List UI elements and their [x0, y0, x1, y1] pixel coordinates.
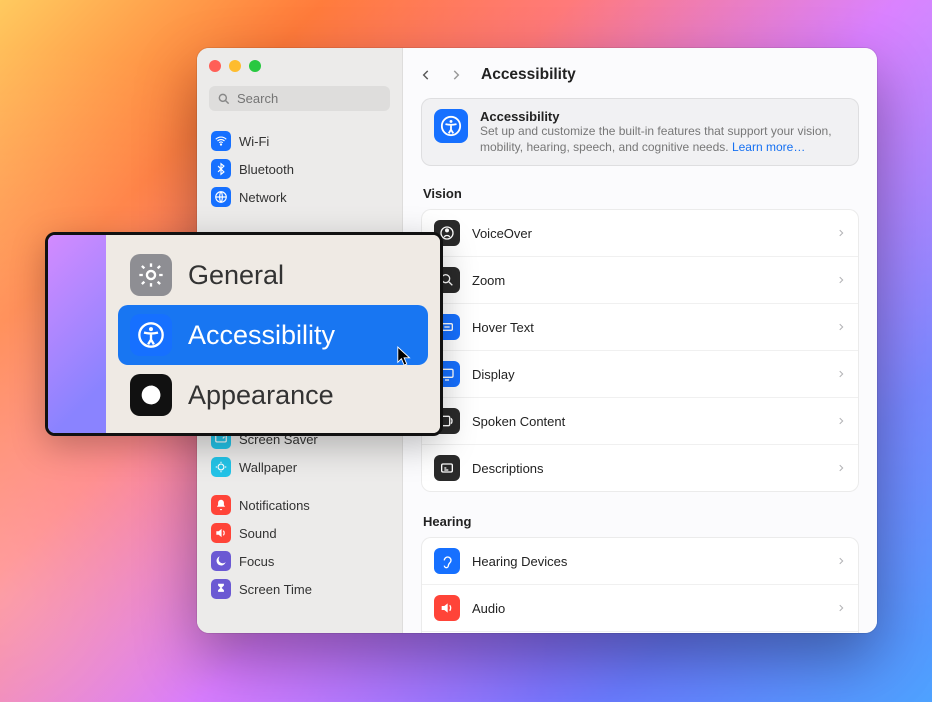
row-display[interactable]: Display — [422, 350, 858, 397]
learn-more-link[interactable]: Learn more… — [732, 140, 805, 154]
network-icon — [211, 187, 231, 207]
appearance-icon — [130, 374, 172, 416]
wallpaper-icon — [211, 457, 231, 477]
fullscreen-button[interactable] — [249, 60, 261, 72]
sidebar-item-notifications[interactable]: Notifications — [205, 491, 394, 519]
gear-icon — [130, 254, 172, 296]
row-label: Hearing Devices — [472, 554, 824, 569]
search-field[interactable] — [209, 86, 390, 111]
chevron-right-icon — [836, 367, 846, 381]
row-zoom[interactable]: Zoom — [422, 256, 858, 303]
intro-title: Accessibility — [480, 109, 846, 124]
main-header: Accessibility — [403, 48, 877, 98]
zoom-item-label: Accessibility — [188, 320, 335, 351]
main-content: Accessibility Set up and customize the b… — [403, 98, 877, 633]
sidebar-item-label: Network — [239, 190, 287, 205]
row-captions[interactable]: Captions — [422, 631, 858, 633]
sidebar-item-bluetooth[interactable]: Bluetooth — [205, 155, 394, 183]
speaker-icon — [211, 523, 231, 543]
chevron-right-icon — [836, 601, 846, 615]
sidebar-item-focus[interactable]: Focus — [205, 547, 394, 575]
zoom-item-label: Appearance — [188, 380, 334, 411]
sidebar-item-general-zoomed[interactable]: General — [118, 245, 428, 305]
nav-back-button[interactable] — [413, 62, 439, 88]
row-label: Spoken Content — [472, 414, 824, 429]
chevron-right-icon — [836, 226, 846, 240]
row-hover-text[interactable]: Hover Text — [422, 303, 858, 350]
row-audio[interactable]: Audio — [422, 584, 858, 631]
sidebar-item-label: Wi-Fi — [239, 134, 269, 149]
accessibility-icon — [434, 109, 468, 143]
chevron-right-icon — [836, 273, 846, 287]
sidebar-item-label: Bluetooth — [239, 162, 294, 177]
sidebar-item-label: Sound — [239, 526, 277, 541]
row-voiceover[interactable]: VoiceOver — [422, 210, 858, 256]
cursor-icon — [396, 345, 414, 372]
sidebar-item-screen-time[interactable]: Screen Time — [205, 575, 394, 603]
page-title: Accessibility — [481, 66, 576, 84]
sidebar-item-wifi[interactable]: Wi-Fi — [205, 127, 394, 155]
sidebar-item-network[interactable]: Network — [205, 183, 394, 211]
magnifier-content: General Accessibility Appearance — [106, 235, 440, 433]
vision-section-label: Vision — [423, 186, 857, 201]
moon-icon — [211, 551, 231, 571]
close-button[interactable] — [209, 60, 221, 72]
row-label: Audio — [472, 601, 824, 616]
sidebar-item-accessibility-zoomed[interactable]: Accessibility — [118, 305, 428, 365]
bluetooth-icon — [211, 159, 231, 179]
zoom-item-label: General — [188, 260, 284, 291]
row-label: Display — [472, 367, 824, 382]
hourglass-icon — [211, 579, 231, 599]
sidebar-item-appearance-zoomed[interactable]: Appearance — [118, 365, 428, 425]
row-label: Descriptions — [472, 461, 824, 476]
magnifier-overlay: General Accessibility Appearance — [45, 232, 443, 436]
audio-icon — [434, 595, 460, 621]
magnifier-edge — [48, 235, 106, 433]
row-label: VoiceOver — [472, 226, 824, 241]
intro-description: Set up and customize the built-in featur… — [480, 124, 846, 155]
hearing-row-list: Hearing Devices Audio Captions — [421, 537, 859, 633]
window-traffic-lights — [205, 58, 394, 86]
ear-icon — [434, 548, 460, 574]
sidebar-item-label: Notifications — [239, 498, 310, 513]
sidebar-item-sound[interactable]: Sound — [205, 519, 394, 547]
row-label: Zoom — [472, 273, 824, 288]
accessibility-icon — [130, 314, 172, 356]
sidebar-item-wallpaper[interactable]: Wallpaper — [205, 453, 394, 481]
sidebar-item-label: Screen Time — [239, 582, 312, 597]
chevron-right-icon — [836, 554, 846, 568]
chevron-right-icon — [836, 461, 846, 475]
sidebar-item-label: Wallpaper — [239, 460, 297, 475]
nav-arrows — [413, 62, 469, 88]
descriptions-icon — [434, 455, 460, 481]
hearing-section-label: Hearing — [423, 514, 857, 529]
wifi-icon — [211, 131, 231, 151]
search-icon — [217, 92, 231, 106]
chevron-right-icon — [836, 414, 846, 428]
row-hearing-devices[interactable]: Hearing Devices — [422, 538, 858, 584]
chevron-right-icon — [836, 320, 846, 334]
vision-row-list: VoiceOver Zoom Hover Text Display — [421, 209, 859, 492]
main-pane: Accessibility Accessibility Set up and c… — [403, 48, 877, 633]
bell-icon — [211, 495, 231, 515]
sidebar-item-label: Focus — [239, 554, 274, 569]
row-label: Hover Text — [472, 320, 824, 335]
nav-forward-button[interactable] — [443, 62, 469, 88]
row-spoken-content[interactable]: Spoken Content — [422, 397, 858, 444]
intro-card: Accessibility Set up and customize the b… — [421, 98, 859, 166]
minimize-button[interactable] — [229, 60, 241, 72]
search-input[interactable] — [237, 91, 382, 106]
row-descriptions[interactable]: Descriptions — [422, 444, 858, 491]
